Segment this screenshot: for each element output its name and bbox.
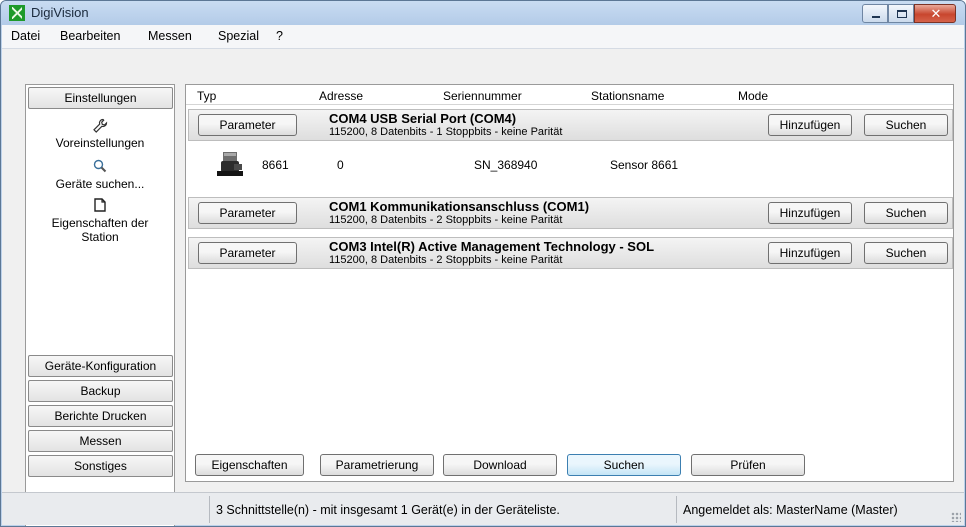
device-station: Sensor 8661 (610, 158, 679, 172)
sidebar-backup-button[interactable]: Backup (28, 380, 173, 402)
column-header-divider (186, 104, 953, 105)
port-com4-details: 115200, 8 Datenbits - 1 Stoppbits - kein… (329, 126, 563, 138)
minimize-button[interactable] (862, 4, 888, 23)
menu-datei[interactable]: Datei (11, 29, 40, 43)
wrench-icon[interactable] (92, 118, 108, 134)
close-button[interactable]: ✕ (914, 4, 956, 23)
column-header-stationsname[interactable]: Stationsname (591, 89, 664, 103)
menu-spezial[interactable]: Spezial (218, 29, 259, 43)
parametrierung-button[interactable]: Parametrierung (320, 454, 434, 476)
port-com4-name: COM4 USB Serial Port (COM4) (329, 111, 517, 126)
content-area: Einstellungen Voreinstellungen Geräte su… (2, 49, 964, 526)
port-row-com3[interactable]: Parameter COM3 Intel(R) Active Managemen… (188, 237, 953, 269)
port-com1-search-button[interactable]: Suchen (864, 202, 948, 224)
port-com4-search-button[interactable]: Suchen (864, 114, 948, 136)
sidebar-messen-button[interactable]: Messen (28, 430, 173, 452)
port-com4-parameter-button[interactable]: Parameter (198, 114, 297, 136)
eigenschaften-button[interactable]: Eigenschaften (195, 454, 304, 476)
port-com3-name: COM3 Intel(R) Active Management Technolo… (329, 239, 655, 254)
port-com3-add-button[interactable]: Hinzufügen (768, 242, 852, 264)
menu-messen[interactable]: Messen (148, 29, 192, 43)
maximize-icon (897, 10, 907, 18)
maximize-button[interactable] (888, 4, 914, 23)
port-row-com4[interactable]: Parameter COM4 USB Serial Port (COM4) 11… (188, 109, 953, 141)
status-separator (209, 496, 210, 523)
sidebar-item-eigenschaften-label-line1: Eigenschaften der (51, 216, 149, 230)
device-type: 8661 (262, 158, 289, 172)
sidebar: Einstellungen Voreinstellungen Geräte su… (25, 84, 175, 526)
pruefen-button[interactable]: Prüfen (691, 454, 805, 476)
resize-grip-icon[interactable] (951, 512, 961, 522)
device-serial: SN_368940 (474, 158, 538, 172)
port-com3-search-button[interactable]: Suchen (864, 242, 948, 264)
sidebar-sonstiges-button[interactable]: Sonstiges (28, 455, 173, 477)
device-list-panel: Typ Adresse Seriennummer Stationsname Mo… (185, 84, 954, 482)
title-bar[interactable]: DigiVision ✕ (1, 1, 965, 25)
status-login: Angemeldet als: MasterName (Master) (683, 503, 898, 517)
magnifier-icon[interactable] (92, 158, 108, 174)
port-com1-details: 115200, 8 Datenbits - 2 Stoppbits - kein… (329, 214, 563, 226)
port-com1-name: COM1 Kommunikationsanschluss (COM1) (329, 199, 590, 214)
device-row[interactable]: 8661 0 SN_368940 Sensor 8661 (188, 145, 953, 185)
minimize-icon (872, 16, 880, 18)
column-header-mode[interactable]: Mode (738, 89, 768, 103)
window-title: DigiVision (31, 5, 89, 20)
column-header-seriennummer[interactable]: Seriennummer (443, 89, 522, 103)
port-com3-details: 115200, 8 Datenbits - 2 Stoppbits - kein… (329, 254, 563, 266)
device-address: 0 (337, 158, 344, 172)
sidebar-geraete-konfiguration-button[interactable]: Geräte-Konfiguration (28, 355, 173, 377)
station-icon[interactable] (92, 197, 108, 213)
status-interfaces: 3 Schnittstelle(n) - mit insgesamt 1 Ger… (216, 503, 560, 517)
sidebar-item-voreinstellungen[interactable]: Voreinstellungen (26, 136, 174, 150)
status-bar: 3 Schnittstelle(n) - mit insgesamt 1 Ger… (2, 492, 964, 525)
sidebar-item-eigenschaften-station[interactable]: Eigenschaften der Station (26, 216, 174, 244)
sidebar-item-geraete-suchen[interactable]: Geräte suchen... (26, 177, 174, 191)
app-window: DigiVision ✕ Datei Bearbeiten Messen Spe… (0, 0, 966, 527)
menu-bearbeiten[interactable]: Bearbeiten (60, 29, 120, 43)
sensor-device-icon (217, 152, 243, 176)
menu-bar: Datei Bearbeiten Messen Spezial ? (2, 25, 964, 49)
sidebar-berichte-drucken-button[interactable]: Berichte Drucken (28, 405, 173, 427)
column-header-typ[interactable]: Typ (197, 89, 216, 103)
port-com1-parameter-button[interactable]: Parameter (198, 202, 297, 224)
close-icon: ✕ (930, 6, 942, 21)
status-separator (676, 496, 677, 523)
port-row-com1[interactable]: Parameter COM1 Kommunikationsanschluss (… (188, 197, 953, 229)
suchen-button[interactable]: Suchen (567, 454, 681, 476)
sidebar-item-eigenschaften-label-line2: Station (81, 230, 119, 244)
port-com3-parameter-button[interactable]: Parameter (198, 242, 297, 264)
port-com1-add-button[interactable]: Hinzufügen (768, 202, 852, 224)
sidebar-einstellungen-button[interactable]: Einstellungen (28, 87, 173, 109)
menu-help[interactable]: ? (276, 29, 283, 43)
port-com4-add-button[interactable]: Hinzufügen (768, 114, 852, 136)
download-button[interactable]: Download (443, 454, 557, 476)
column-header-adresse[interactable]: Adresse (319, 89, 363, 103)
digivision-logo-icon (9, 5, 25, 21)
